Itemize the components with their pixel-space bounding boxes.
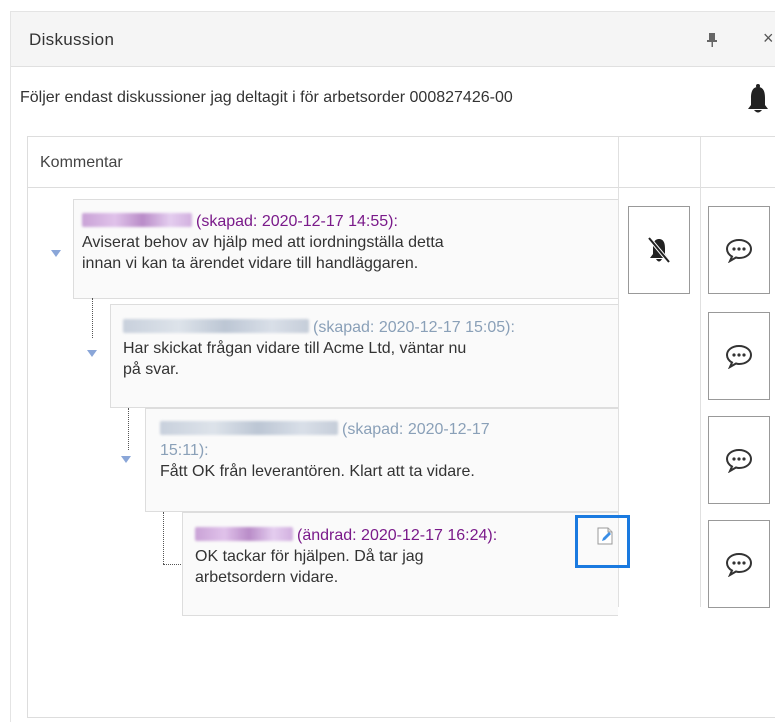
grid-header: Kommentar [28,137,775,188]
comment-item: (skapad: 2020-12-17 15:11): Fått OK från… [145,408,618,512]
comment-text: OK tackar för hjälpen. Då tar jag [195,548,424,565]
author-name-redacted [160,421,338,435]
comment-timestamp: (skapad: 2020-12-17 14:55): [196,213,398,230]
panel-header: Diskussion × [11,12,775,67]
tree-connector [92,298,93,338]
reply-button[interactable] [708,206,770,294]
column-divider [700,137,701,607]
reply-button[interactable] [708,416,770,504]
tree-connector [128,408,129,450]
tree-connector [163,512,164,564]
close-icon[interactable]: × [763,28,774,49]
pin-icon[interactable] [705,32,719,48]
speech-bubble-icon [725,238,753,263]
panel-title: Diskussion [29,30,115,49]
comment-item: (skapad: 2020-12-17 14:55): Aviserat beh… [73,199,618,299]
comment-timestamp: (ändrad: 2020-12-17 16:24): [297,527,498,544]
comment-text: Fått OK från leverantören. Klart att ta … [160,463,475,480]
comment-text: på svar. [123,361,180,378]
speech-bubble-icon [725,448,753,473]
comment-text: arbetsordern vidare. [195,569,339,586]
author-name-redacted [123,319,309,333]
edit-note-icon[interactable] [597,527,613,545]
reply-button[interactable] [708,520,770,608]
author-name-redacted [82,213,192,227]
collapse-toggle[interactable] [87,350,97,357]
comment-text: Aviserat behov av hjälp med att iordning… [82,234,444,251]
comment-item: (ändrad: 2020-12-17 16:24): OK tackar fö… [182,512,618,616]
speech-bubble-icon [725,344,753,369]
bell-slash-icon [647,236,671,264]
comment-text: innan vi kan ta ärendet vidare till hand… [82,255,419,272]
tree-connector [163,564,181,565]
column-header-comment: Kommentar [40,154,123,171]
collapse-toggle[interactable] [121,456,131,463]
reply-button[interactable] [708,312,770,400]
follow-status-text: Följer endast diskussioner jag deltagit … [20,89,513,106]
comment-timestamp: 15:11): [160,442,209,459]
comment-timestamp: (skapad: 2020-12-17 15:05): [313,319,515,336]
author-name-redacted [195,527,293,541]
bell-icon[interactable] [747,84,769,114]
comment-item: (skapad: 2020-12-17 15:05): Har skickat … [110,304,618,408]
collapse-toggle[interactable] [51,250,61,257]
comment-timestamp: (skapad: 2020-12-17 [342,421,490,438]
comment-text: Har skickat frågan vidare till Acme Ltd,… [123,340,467,357]
speech-bubble-icon [725,552,753,577]
mute-notifications-button[interactable] [628,206,690,294]
